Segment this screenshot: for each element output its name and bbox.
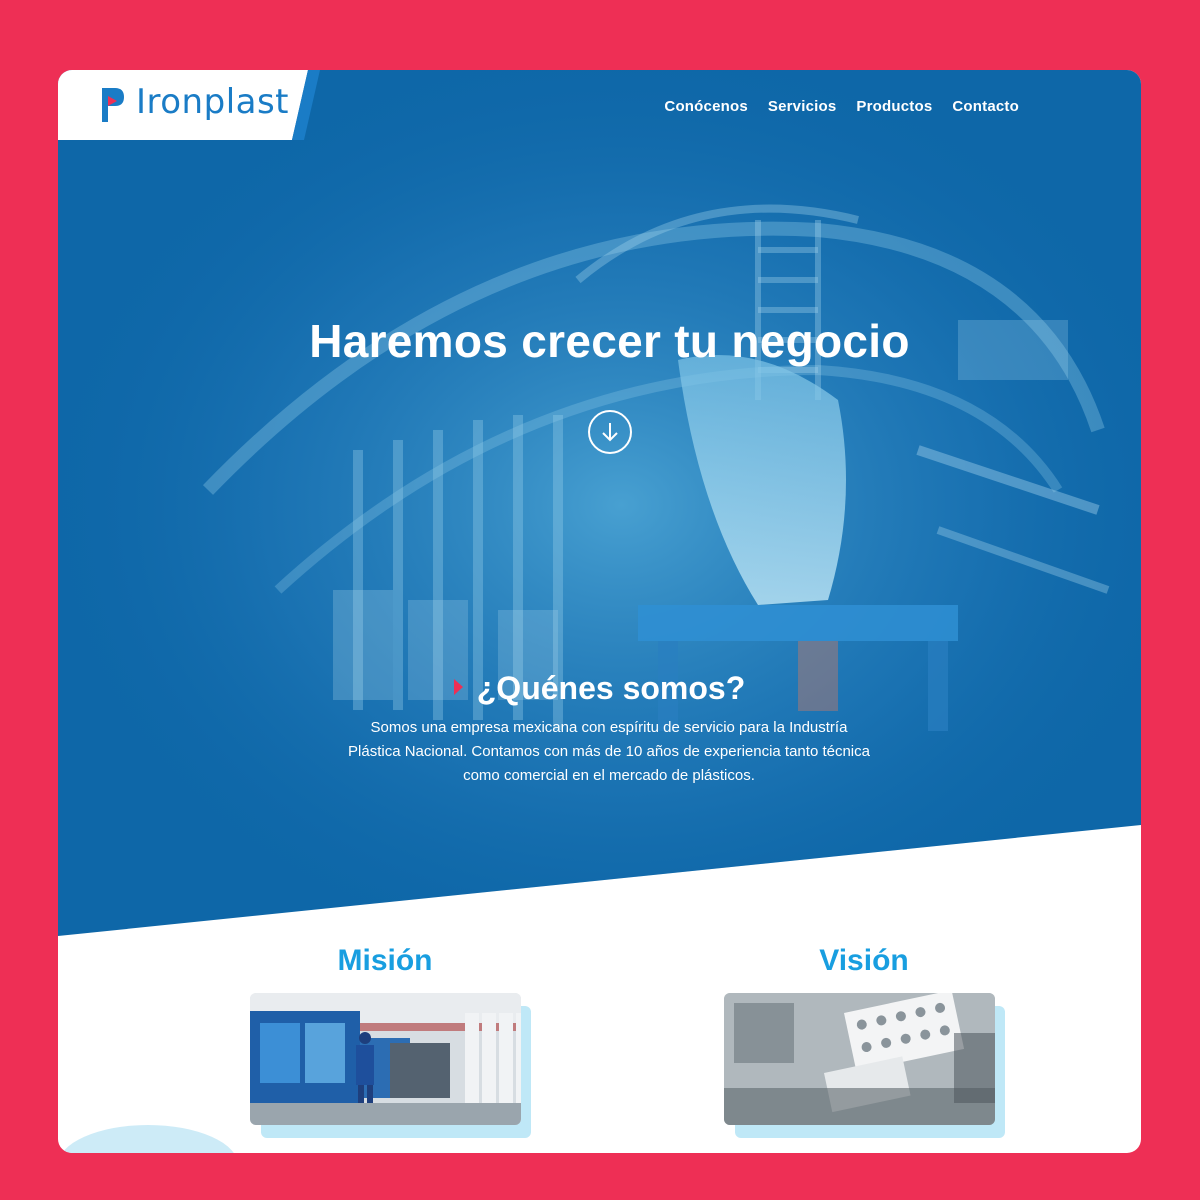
- about-title-text: ¿Quénes somos?: [476, 670, 746, 706]
- page-frame: Ironplast Conócenos Servicios Productos …: [58, 70, 1141, 1153]
- nav-servicios[interactable]: Servicios: [768, 98, 837, 115]
- brand-name[interactable]: Ironplast: [136, 82, 289, 122]
- about-heading: ¿Quénes somos?: [58, 670, 1141, 707]
- hero-background-image: [58, 70, 1141, 936]
- hero-title: Haremos crecer tu negocio: [309, 315, 910, 367]
- decorative-blob: [58, 1125, 238, 1153]
- mission-image: [250, 993, 521, 1125]
- arrow-down-icon: [602, 423, 618, 442]
- triangle-marker-icon: [453, 678, 463, 695]
- vision-image: [724, 993, 995, 1125]
- about-description: Somos una empresa mexicana con espíritu …: [348, 719, 870, 784]
- scroll-down-button[interactable]: [588, 410, 632, 454]
- nav-productos[interactable]: Productos: [856, 98, 932, 115]
- vision-title: Visión: [819, 944, 909, 977]
- hero-section: [58, 70, 1141, 936]
- main-nav: Conócenos Servicios Productos Contacto: [664, 98, 1019, 115]
- nav-contacto[interactable]: Contacto: [952, 98, 1019, 115]
- mission-card: [250, 993, 531, 1138]
- vision-card: [724, 993, 1005, 1138]
- ironplast-logo-icon: [102, 88, 124, 122]
- nav-conocenos[interactable]: Conócenos: [664, 98, 747, 115]
- mission-title: Misión: [337, 944, 433, 977]
